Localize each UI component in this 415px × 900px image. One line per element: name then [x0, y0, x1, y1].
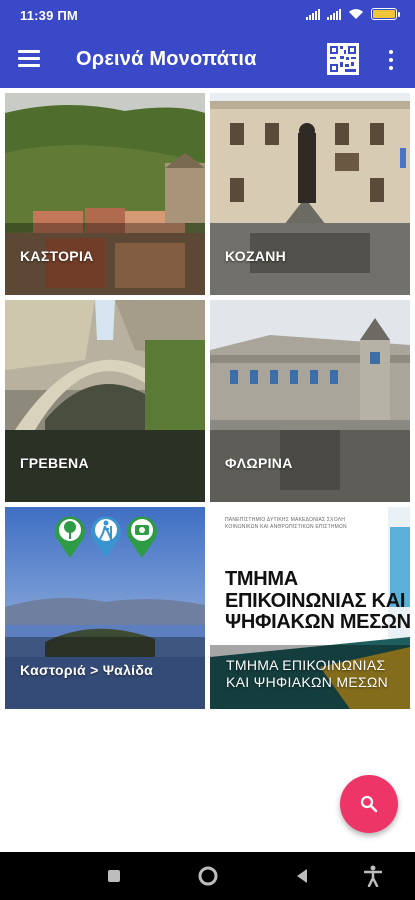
system-nav-bar: [0, 852, 415, 900]
search-icon: [360, 795, 378, 813]
qr-code-icon[interactable]: [327, 43, 359, 75]
tile-label: ΚΑΣΤΟΡΙΑ: [20, 248, 94, 264]
status-icons: [306, 8, 400, 20]
tile-kastoria[interactable]: ΚΑΣΤΟΡΙΑ: [5, 93, 205, 295]
tile-label: ΤΜΗΜΑ ΕΠΙΚΟΙΝΩΝΙΑΣ ΚΑΙ ΨΗΦΙΑΚΩΝ ΜΕΣΩΝ: [226, 657, 389, 690]
back-triangle-icon[interactable]: [290, 864, 314, 888]
tile-grevena[interactable]: ΓΡΕΒΕΝΑ: [5, 300, 205, 502]
tile-kozani[interactable]: ΚΟΖΑΝΗ: [210, 93, 410, 295]
accessibility-icon[interactable]: [361, 864, 385, 888]
tile-kastoria-psalida[interactable]: Καστοριά > Ψαλίδα: [5, 507, 205, 709]
status-bar: 11:39 ΠΜ: [0, 0, 415, 30]
battery-icon: [371, 8, 400, 20]
pin-icons: [53, 513, 159, 559]
hiker-pin-icon: [89, 513, 123, 559]
recents-square-icon[interactable]: [102, 864, 126, 888]
camera-pin-icon: [125, 513, 159, 559]
banner-small-text: ΠΑΝΕΠΙΣΤΗΜΙΟ ΔΥΤΙΚΗΣ ΜΑΚΕΔΟΝΙΑΣ ΣΧΟΛΗ ΚΟ…: [225, 517, 347, 530]
menu-icon[interactable]: [18, 50, 40, 67]
tile-florina[interactable]: ΦΛΩΡΙΝΑ: [210, 300, 410, 502]
app-bar: Ορεινά Μονοπάτια: [0, 30, 415, 88]
tile-label: ΚΟΖΑΝΗ: [225, 248, 287, 264]
wifi-icon: [349, 9, 363, 19]
home-circle-icon[interactable]: [196, 864, 220, 888]
app-title: Ορεινά Μονοπάτια: [76, 48, 257, 70]
search-fab[interactable]: [340, 775, 398, 833]
tree-pin-icon: [53, 513, 87, 559]
status-time: 11:39 ΠΜ: [20, 8, 78, 23]
signal-icon: [327, 8, 341, 20]
tile-label: ΓΡΕΒΕΝΑ: [20, 455, 89, 471]
tile-label: Καστοριά > Ψαλίδα: [20, 662, 154, 678]
banner-title: ΤΜΗΜΑ ΕΠΙΚΟΙΝΩΝΙΑΣ ΚΑΙ ΨΗΦΙΑΚΩΝ ΜΕΣΩΝ: [225, 568, 410, 634]
tile-label: ΦΛΩΡΙΝΑ: [225, 455, 293, 471]
more-vert-icon[interactable]: [387, 50, 395, 70]
tile-department[interactable]: ΠΑΝΕΠΙΣΤΗΜΙΟ ΔΥΤΙΚΗΣ ΜΑΚΕΔΟΝΙΑΣ ΣΧΟΛΗ ΚΟ…: [210, 507, 410, 709]
signal-icon: [306, 8, 320, 20]
